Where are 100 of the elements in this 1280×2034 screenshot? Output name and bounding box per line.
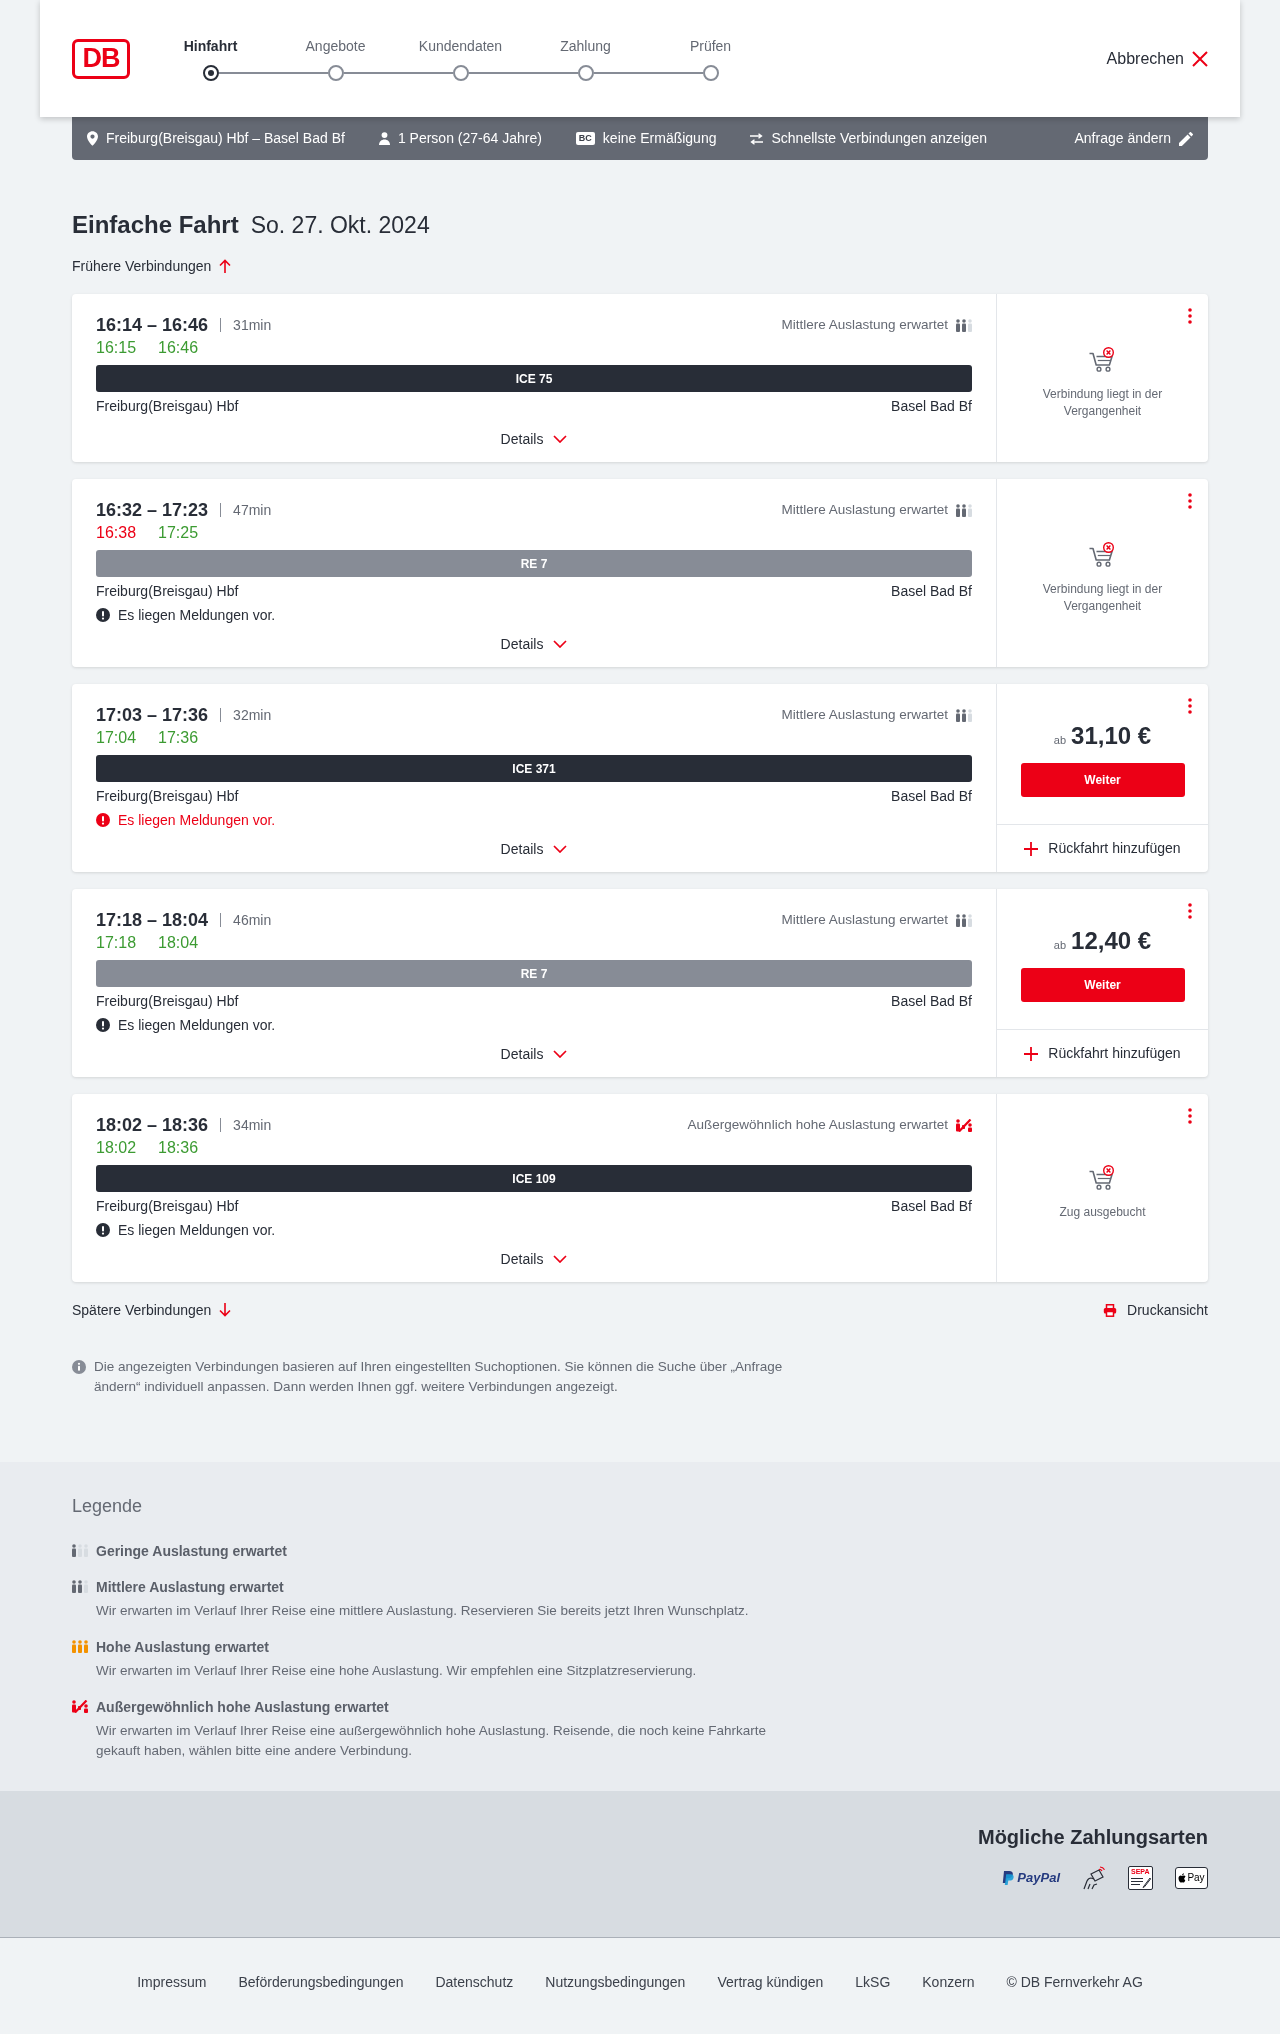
legend-item-title: Mittlere Auslastung erwartet — [96, 1578, 285, 1597]
legend-item-description: Wir erwarten im Verlauf Ihrer Reise eine hohe Auslastung. Wir empfehlen eine Sitzplatzreservierung. — [96, 1662, 698, 1680]
info-icon — [72, 1360, 86, 1374]
offer-status-text: Zug ausgebucht — [1058, 1204, 1147, 1221]
add-return-trip-button[interactable]: Rückfahrt hinzufügen — [1024, 838, 1181, 859]
page-title: Einfache Fahrt — [72, 210, 239, 240]
details-button[interactable]: Details — [500, 634, 568, 654]
footer-link[interactable]: Impressum — [137, 1971, 207, 1993]
p-monogram-icon — [1002, 1871, 1015, 1885]
more-options-button[interactable] — [1188, 1108, 1192, 1124]
arrow-up-icon — [219, 259, 232, 273]
occupancy-label: Außergewöhnlich hohe Auslastung erwartet — [687, 1115, 948, 1134]
departure-station: Freiburg(Breisgau) Hbf — [96, 582, 239, 601]
more-options-button[interactable] — [1188, 493, 1192, 509]
departure-station: Freiburg(Breisgau) Hbf — [96, 992, 239, 1011]
legend-item-title: Geringe Auslastung erwartet — [96, 1542, 287, 1561]
earlier-connections-link[interactable]: Frühere Verbindungen — [72, 256, 232, 276]
realtime-time: 18:04 — [158, 933, 199, 953]
step-label: Prüfen — [689, 37, 732, 56]
legend-item-description: Wir erwarten im Verlauf Ihrer Reise eine mittlere Auslastung. Reservieren Sie bereits jetzt Ihren Wunschplatz. — [96, 1602, 750, 1620]
details-button[interactable]: Details — [500, 429, 568, 449]
hand-card-icon — [1082, 1866, 1106, 1890]
arrow-down-icon — [219, 1303, 232, 1317]
message-text: Es liegen Meldungen vor. — [118, 1015, 276, 1035]
message-text: Es liegen Meldungen vor. — [118, 605, 276, 625]
realtime-time: 17:04 — [96, 728, 137, 748]
travel-time: 17:18 – 18:04 — [96, 908, 209, 932]
cancel-button[interactable]: Abbrechen — [1106, 46, 1208, 71]
add-return-trip-button[interactable]: Rückfahrt hinzufügen — [1024, 1043, 1181, 1064]
later-connections-link[interactable]: Spätere Verbindungen — [72, 1299, 232, 1321]
close-icon — [1192, 50, 1208, 67]
realtime-time: 18:02 — [96, 1138, 137, 1158]
chevron-down-icon — [553, 640, 568, 648]
occupancy-icon — [956, 913, 972, 927]
edit-request-button[interactable]: Anfrage ändern — [1074, 128, 1193, 149]
discount-text: keine Ermäßigung — [602, 129, 717, 148]
legend-item-title: Hohe Auslastung erwartet — [96, 1638, 270, 1657]
step-label: Hinfahrt — [183, 37, 238, 56]
train-line-bar: ICE 109 — [96, 1165, 972, 1192]
arrival-station: Basel Bad Bf — [891, 582, 972, 601]
realtime-time: 16:46 — [158, 338, 199, 358]
travel-duration: 31min — [233, 315, 272, 335]
discount-card-tag: BC — [575, 132, 595, 145]
occupancy-icon — [72, 1580, 88, 1593]
continue-button[interactable]: Weiter — [1020, 968, 1185, 1002]
legend-item-description: Wir erwarten im Verlauf Ihrer Reise eine außergewöhnlich hohe Auslastung. Reisende, die noch keine Fahrkarte gekauft haben, wählen bitte eine andere Verbindung. — [96, 1722, 768, 1760]
details-button[interactable]: Details — [500, 839, 568, 859]
exclamation-icon — [96, 813, 110, 827]
chevron-down-icon — [553, 845, 568, 853]
travel-duration: 34min — [233, 1115, 272, 1135]
more-vertical-icon — [1188, 698, 1192, 714]
realtime-time: 17:18 — [96, 933, 137, 953]
footer-link[interactable]: Beförderungsbedingungen — [238, 1971, 404, 1993]
chevron-down-icon — [553, 1255, 568, 1263]
arrival-station: Basel Bad Bf — [891, 397, 972, 416]
realtime-time: 17:25 — [158, 523, 199, 543]
more-vertical-icon — [1188, 903, 1192, 919]
chevron-down-icon — [553, 1050, 568, 1058]
plus-icon — [1024, 1046, 1039, 1061]
price-prefix: ab — [1053, 733, 1067, 748]
footer-link[interactable]: Nutzungsbedingungen — [545, 1971, 686, 1993]
train-line-bar: ICE 75 — [96, 365, 972, 392]
train-line-bar: RE 7 — [96, 960, 972, 987]
details-button[interactable]: Details — [500, 1249, 568, 1269]
more-options-button[interactable] — [1188, 698, 1192, 714]
more-options-button[interactable] — [1188, 903, 1192, 919]
occupancy-label: Mittlere Auslastung erwartet — [781, 500, 948, 519]
step-label: Angebote — [305, 37, 366, 56]
train-line-bar: ICE 371 — [96, 755, 972, 782]
cart-unavailable-icon — [1089, 346, 1116, 372]
travel-time: 17:03 – 17:36 — [96, 703, 209, 727]
realtime-time: 18:36 — [158, 1138, 199, 1158]
chevron-down-icon — [553, 435, 568, 443]
footer-link[interactable]: Datenschutz — [435, 1971, 514, 1993]
occupancy-icon — [72, 1544, 88, 1557]
footer-link[interactable]: Konzern — [922, 1971, 975, 1993]
offer-status-text: Verbindung liegt in der Vergangenheit — [1041, 385, 1164, 420]
more-options-button[interactable] — [1188, 308, 1192, 324]
realtime-time: 16:15 — [96, 338, 137, 358]
occupancy-icon — [72, 1700, 88, 1713]
company-logo[interactable]: DB — [72, 38, 130, 79]
footer-link[interactable]: Vertrag kündigen — [717, 1971, 824, 1993]
travel-duration: 46min — [233, 910, 272, 930]
route-text: Freiburg(Breisgau) Hbf – Basel Bad Bf — [106, 129, 345, 148]
footer-link[interactable]: LkSG — [855, 1971, 891, 1993]
more-vertical-icon — [1188, 1108, 1192, 1124]
more-vertical-icon — [1188, 308, 1192, 324]
offer-status-text: Verbindung liegt in der Vergangenheit — [1041, 580, 1164, 615]
details-button[interactable]: Details — [500, 1044, 568, 1064]
search-option-text: Schnellste Verbindungen anzeigen — [771, 129, 988, 148]
continue-button[interactable]: Weiter — [1020, 763, 1185, 797]
person-icon — [378, 132, 390, 145]
plus-icon — [1024, 841, 1039, 856]
step-label: Zahlung — [560, 37, 611, 56]
arrival-station: Basel Bad Bf — [891, 787, 972, 806]
exclamation-icon — [96, 1018, 110, 1032]
departure-station: Freiburg(Breisgau) Hbf — [96, 397, 239, 416]
info-note: Die angezeigten Verbindungen basieren auf Ihren eingestellten Suchoptionen. Sie können die Suche über „Anfrage ändern“ individuell anpassen. Dann werden Ihnen ggf. weitere Verbindungen angezeigt. — [94, 1358, 784, 1396]
print-view-link[interactable]: Druckansicht — [1103, 1299, 1208, 1321]
occupancy-icon — [956, 318, 972, 332]
